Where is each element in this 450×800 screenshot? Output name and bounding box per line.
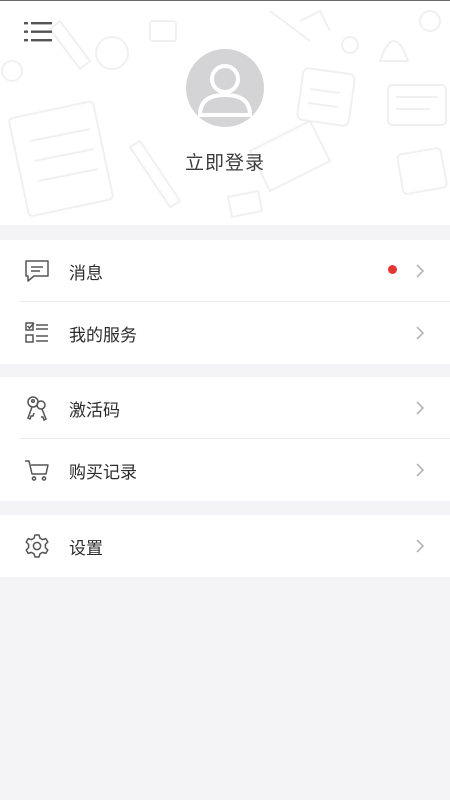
checklist-icon — [25, 322, 48, 343]
chevron-right-icon — [416, 463, 425, 477]
menu-item-label: 购买记录 — [69, 463, 137, 483]
avatar[interactable] — [186, 49, 264, 127]
chevron-right-icon — [416, 264, 425, 278]
menu-item-label: 消息 — [69, 264, 103, 284]
keys-icon — [27, 396, 47, 421]
menu-item-activation-code[interactable]: 激活码 — [0, 377, 450, 439]
menu-group-2: 激活码 购买记录 — [0, 377, 450, 501]
chevron-right-icon — [416, 326, 425, 340]
gear-icon — [25, 534, 49, 558]
menu-item-label: 我的服务 — [69, 326, 137, 346]
menu-group-3: 设置 — [0, 515, 450, 577]
menu-item-purchase-history[interactable]: 购买记录 — [0, 439, 450, 501]
menu-item-label: 设置 — [69, 539, 103, 559]
cart-icon — [25, 460, 49, 481]
menu-item-label: 激活码 — [69, 401, 120, 421]
menu-item-settings[interactable]: 设置 — [0, 515, 450, 577]
menu-item-my-services[interactable]: 我的服务 — [0, 302, 450, 364]
user-icon — [197, 64, 253, 117]
message-icon — [25, 260, 49, 282]
menu-group-1: 消息 我的服务 — [0, 240, 450, 364]
chevron-right-icon — [416, 401, 425, 415]
menu-icon[interactable] — [24, 19, 54, 45]
profile-header: 立即登录 — [0, 1, 450, 225]
login-link[interactable]: 立即登录 — [0, 148, 450, 175]
unread-badge — [388, 265, 397, 274]
menu-item-messages[interactable]: 消息 — [0, 240, 450, 302]
chevron-right-icon — [416, 539, 425, 553]
